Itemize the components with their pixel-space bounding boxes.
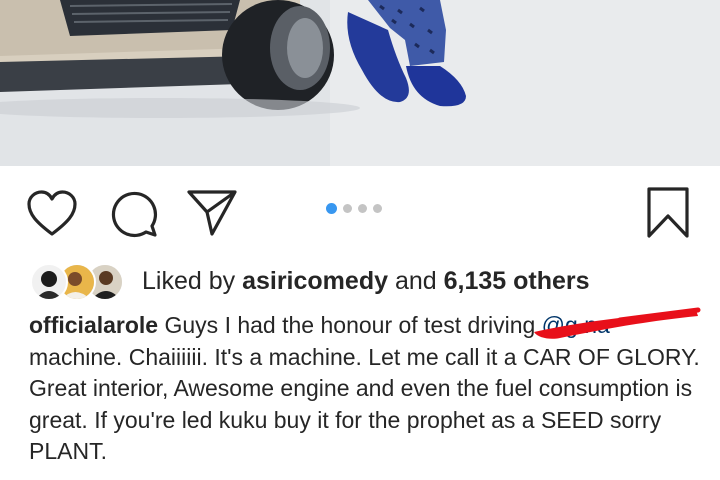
likes-row: Liked by asiricomedy and 6,135 others bbox=[30, 258, 590, 304]
comment-icon[interactable] bbox=[108, 188, 158, 238]
carousel-indicator bbox=[326, 203, 382, 214]
likes-prefix: Liked by bbox=[142, 266, 236, 295]
share-icon[interactable] bbox=[186, 188, 238, 238]
likes-connector: and bbox=[394, 266, 437, 295]
caption-mention[interactable]: @g na bbox=[542, 312, 610, 338]
carousel-dot-active[interactable] bbox=[326, 203, 337, 214]
carousel-dot[interactable] bbox=[358, 204, 367, 213]
carousel-dot[interactable] bbox=[343, 204, 352, 213]
likes-count[interactable]: 6,135 others bbox=[444, 267, 590, 295]
caption-text-rest: machine. Chaiiiiii. It's a machine. Let … bbox=[29, 343, 700, 465]
avatar bbox=[30, 263, 68, 301]
likes-summary[interactable]: Liked by asiricomedy and 6,135 others bbox=[142, 267, 590, 296]
caption-username[interactable]: officialarole bbox=[29, 312, 158, 338]
post-photo[interactable] bbox=[0, 0, 720, 166]
caption-text-start: Guys I had the honour of test driving bbox=[164, 312, 536, 338]
post-caption: officialarole Guys I had the honour of t… bbox=[29, 310, 701, 468]
car-photo-illustration bbox=[0, 0, 720, 166]
bookmark-icon[interactable] bbox=[646, 186, 690, 240]
liker-username[interactable]: asiricomedy bbox=[242, 267, 388, 295]
liker-avatars[interactable] bbox=[30, 261, 130, 301]
carousel-dot[interactable] bbox=[373, 204, 382, 213]
heart-icon[interactable] bbox=[26, 190, 78, 238]
